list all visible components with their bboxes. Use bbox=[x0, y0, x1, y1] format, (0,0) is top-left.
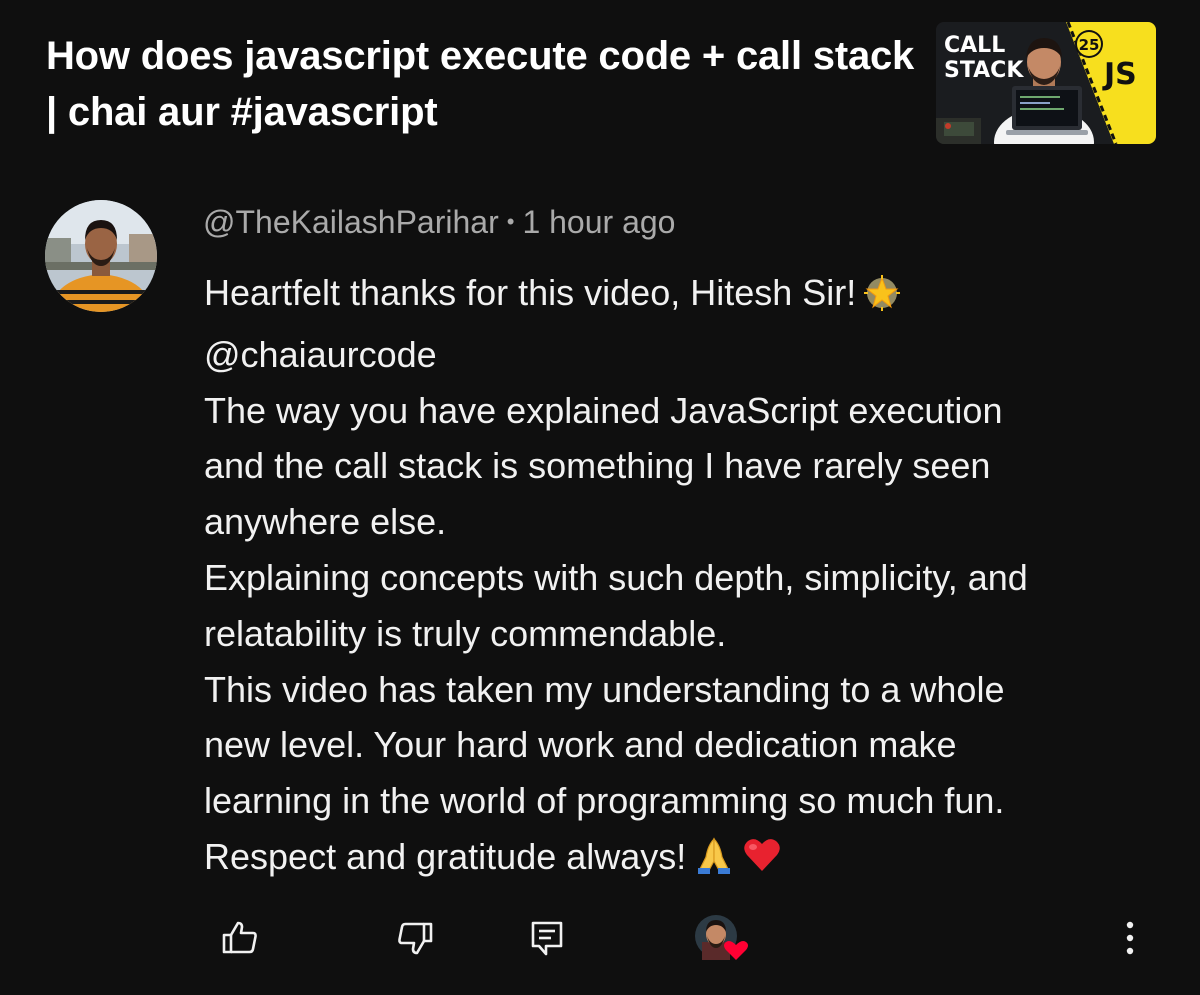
comment-actions bbox=[0, 910, 1200, 970]
reply-comment-icon bbox=[527, 918, 567, 963]
video-title[interactable]: How does javascript execute code + call … bbox=[46, 28, 916, 140]
comment-meta: @TheKailashParihar • 1 hour ago bbox=[203, 202, 675, 242]
thumbnail-text-stack: STACK bbox=[944, 58, 1024, 83]
comment-line-text: Heartfelt thanks for this video, Hitesh … bbox=[204, 272, 857, 313]
thumbs-down-icon bbox=[395, 918, 435, 963]
avatar-image bbox=[45, 200, 157, 312]
thumbnail-badge: 25 bbox=[1079, 36, 1100, 54]
comment-line: learning in the world of programming so … bbox=[204, 780, 1005, 822]
meta-separator: • bbox=[506, 209, 515, 234]
comment-line: Explaining concepts with such depth, sim… bbox=[204, 556, 1028, 598]
comment-time: 1 hour ago bbox=[522, 204, 676, 240]
dislike-button[interactable] bbox=[390, 910, 440, 970]
thumbnail-text-call: CALL bbox=[944, 33, 1005, 58]
comment-line: new level. Your hard work and dedication… bbox=[204, 724, 957, 766]
creator-heart-button[interactable] bbox=[688, 910, 758, 970]
comment-line: relatability is truly commendable. bbox=[204, 612, 727, 654]
comment-line: The way you have explained JavaScript ex… bbox=[204, 389, 1003, 431]
folded-hands-icon bbox=[694, 835, 734, 891]
reply-button[interactable] bbox=[522, 910, 572, 970]
creator-heart-icon bbox=[692, 912, 754, 969]
thumbs-up-icon bbox=[220, 918, 260, 963]
comment-line: Respect and gratitude always! bbox=[204, 829, 1164, 891]
comment-line: Heartfelt thanks for this video, Hitesh … bbox=[204, 265, 1164, 327]
comment-line: anywhere else. bbox=[204, 501, 447, 543]
more-options-button[interactable] bbox=[1110, 910, 1150, 970]
glowing-star-icon bbox=[864, 271, 901, 327]
comment-line: This video has taken my understanding to… bbox=[204, 668, 1005, 710]
like-button[interactable] bbox=[215, 910, 265, 970]
comment-author[interactable]: @TheKailashParihar bbox=[203, 204, 499, 240]
red-heart-icon bbox=[742, 835, 782, 891]
comment-line-text: Respect and gratitude always! bbox=[204, 835, 687, 877]
video-header: How does javascript execute code + call … bbox=[0, 0, 1200, 170]
thumbnail-image: CALL STACK 25 JS bbox=[936, 22, 1156, 144]
commenter-avatar[interactable] bbox=[45, 200, 157, 312]
video-thumbnail[interactable]: CALL STACK 25 JS bbox=[936, 22, 1156, 144]
comment-line: and the call stack is something I have r… bbox=[204, 445, 991, 487]
comment-text: Heartfelt thanks for this video, Hitesh … bbox=[204, 265, 1164, 891]
more-vertical-icon bbox=[1124, 920, 1136, 961]
comment-mention[interactable]: @chaiaurcode bbox=[204, 327, 1164, 383]
thumbnail-js-label: JS bbox=[1102, 57, 1137, 92]
